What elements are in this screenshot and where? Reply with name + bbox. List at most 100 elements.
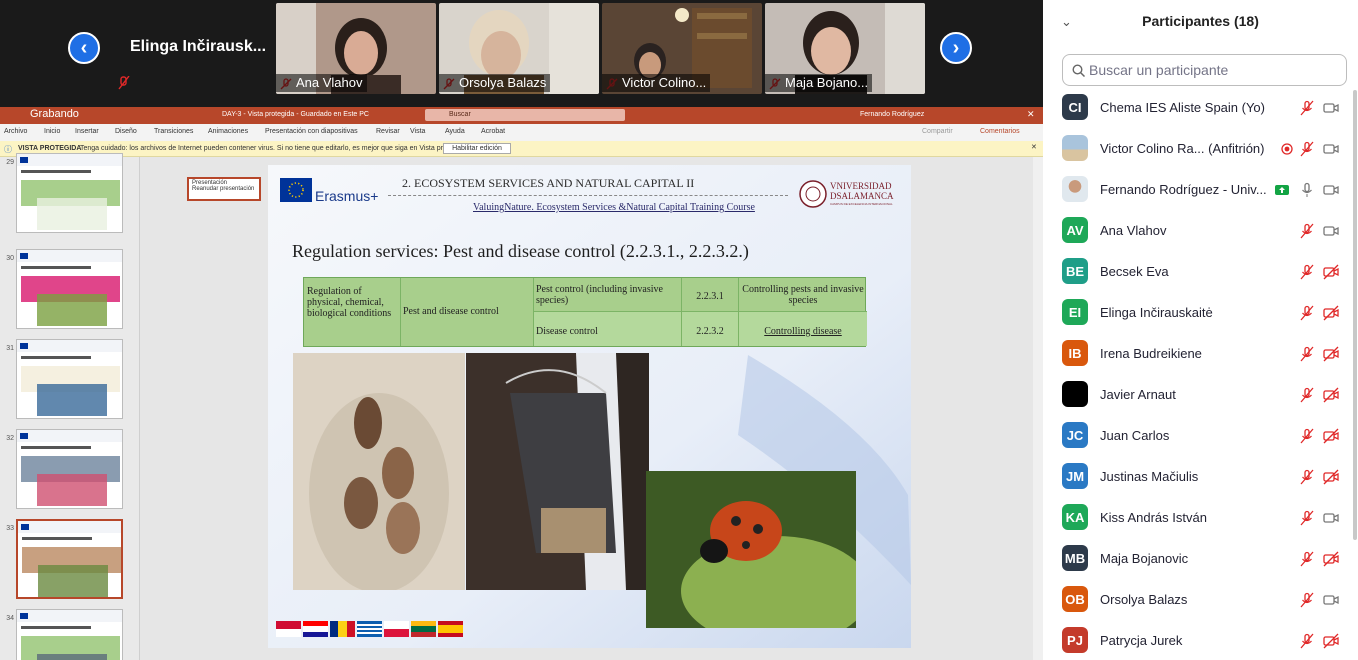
muted-mic-icon[interactable] <box>1299 264 1315 280</box>
muted-mic-icon[interactable] <box>1299 305 1315 321</box>
scrollbar[interactable] <box>1033 157 1043 660</box>
ribbon-tab[interactable]: Revisar <box>376 128 400 135</box>
participant-row[interactable]: PJ Patrycja Jurek <box>1043 621 1358 660</box>
protected-label: VISTA PROTEGIDA <box>18 145 82 152</box>
video-icon[interactable] <box>1323 223 1339 239</box>
participant-row[interactable]: OB Orsolya Balazs <box>1043 580 1358 621</box>
video-tile[interactable]: Maja Bojano... <box>765 3 925 94</box>
participant-row[interactable]: Javier Arnaut <box>1043 375 1358 416</box>
participant-name: Javier Arnaut <box>1100 387 1176 402</box>
ribbon-tab[interactable]: Insertar <box>75 128 99 135</box>
university-name-1: VNIVERSIDAD <box>830 181 892 191</box>
window-title: DAY-3 - Vista protegida - Guardado en Es… <box>222 111 369 118</box>
muted-mic-icon[interactable] <box>1299 223 1315 239</box>
video-icon[interactable] <box>1323 100 1339 116</box>
video-off-icon[interactable] <box>1323 305 1339 321</box>
video-tile[interactable]: Orsolya Balazs <box>439 3 599 94</box>
slide-thumbnail[interactable] <box>16 339 123 419</box>
university-seal-icon <box>799 180 827 208</box>
participant-row[interactable]: KA Kiss András István <box>1043 498 1358 539</box>
header-title: 2. ECOSYSTEM SERVICES AND NATURAL CAPITA… <box>402 176 695 190</box>
participant-row[interactable]: Fernando Rodríguez - Univ... <box>1043 170 1358 211</box>
video-icon[interactable] <box>1323 592 1339 608</box>
university-campus: CAMPUS DE EXCELENCIA INTERNACIONAL <box>830 202 893 206</box>
close-icon[interactable]: ✕ <box>1027 109 1035 120</box>
ribbon-tab[interactable]: Acrobat <box>481 128 505 135</box>
participant-search-input[interactable]: Buscar un participante <box>1062 54 1347 86</box>
participant-row[interactable]: JM Justinas Mačiulis <box>1043 457 1358 498</box>
muted-mic-icon[interactable] <box>1299 428 1315 444</box>
muted-mic-icon[interactable] <box>1299 346 1315 362</box>
slide-thumbnail[interactable] <box>16 249 123 329</box>
ribbon-tab[interactable]: Archivo <box>4 128 27 135</box>
chevron-left-icon[interactable]: ‹ <box>68 32 100 64</box>
video-icon[interactable] <box>1323 182 1339 198</box>
slide-thumbnail[interactable] <box>16 429 123 509</box>
close-icon[interactable]: ✕ <box>1031 143 1037 151</box>
ribbon-tab[interactable]: Diseño <box>115 128 137 135</box>
info-icon: ⓘ <box>4 145 12 154</box>
ppt-search[interactable]: Buscar <box>425 109 625 121</box>
video-tile[interactable]: Ana Vlahov <box>276 3 436 94</box>
enable-editing-button[interactable]: Habilitar edición <box>443 143 511 154</box>
video-icon[interactable] <box>1323 141 1339 157</box>
participant-row[interactable]: EI Elinga Inčirauskaitė <box>1043 293 1358 334</box>
video-off-icon[interactable] <box>1323 346 1339 362</box>
avatar: AV <box>1062 217 1088 243</box>
screen-share-icon <box>1274 182 1290 198</box>
slide-thumbnail[interactable] <box>16 519 123 599</box>
slide-title: Regulation services: Pest and disease co… <box>292 241 749 261</box>
resume-presentation-link[interactable]: Reanudar presentación <box>192 186 256 192</box>
participant-row[interactable]: JC Juan Carlos <box>1043 416 1358 457</box>
muted-mic-icon[interactable] <box>1299 141 1315 157</box>
university-name-2: DSALAMANCA <box>830 191 894 201</box>
muted-mic-icon[interactable] <box>1299 633 1315 649</box>
participant-row[interactable]: MB Maja Bojanovic <box>1043 539 1358 580</box>
share-button[interactable]: Compartir <box>922 128 953 135</box>
ribbon-tab[interactable]: Transiciones <box>154 128 193 135</box>
muted-mic-icon[interactable] <box>1299 551 1315 567</box>
thumbnail-number: 33 <box>6 525 14 532</box>
video-off-icon[interactable] <box>1323 387 1339 403</box>
thumbnail-number: 29 <box>6 159 14 166</box>
slide-thumbnail[interactable] <box>16 153 123 233</box>
video-icon[interactable] <box>1323 510 1339 526</box>
video-off-icon[interactable] <box>1323 428 1339 444</box>
ribbon-tab[interactable]: Inicio <box>44 128 60 135</box>
participant-row[interactable]: BE Becsek Eva <box>1043 252 1358 293</box>
slide: Erasmus+ 2. ECOSYSTEM SERVICES AND NATUR… <box>268 165 911 648</box>
presentation-popup[interactable]: Presentación Reanudar presentación <box>187 177 261 201</box>
comments-button[interactable]: Comentarios <box>980 128 1020 135</box>
participant-row[interactable]: Victor Colino Ra... (Anfitrión) <box>1043 129 1358 170</box>
chevron-right-icon[interactable]: › <box>940 32 972 64</box>
muted-mic-icon[interactable] <box>1299 510 1315 526</box>
recording-icon <box>1279 141 1295 157</box>
video-off-icon[interactable] <box>1323 633 1339 649</box>
ribbon-tab[interactable]: Vista <box>410 128 425 135</box>
participant-row[interactable]: CI Chema IES Aliste Spain (Yo) <box>1043 88 1358 129</box>
services-table: Regulation of physical, chemical, biolog… <box>303 277 867 347</box>
video-off-icon[interactable] <box>1323 551 1339 567</box>
slide-thumbnail[interactable] <box>16 609 123 660</box>
video-off-icon[interactable] <box>1323 469 1339 485</box>
tile-name: Maja Bojano... <box>765 74 873 92</box>
muted-mic-icon[interactable] <box>1299 469 1315 485</box>
table-cell: 2.2.3.2 <box>682 312 739 346</box>
muted-mic-icon[interactable] <box>1299 387 1315 403</box>
eu-flag-icon <box>280 178 312 202</box>
avatar: EI <box>1062 299 1088 325</box>
participant-row[interactable]: IB Irena Budreikiene <box>1043 334 1358 375</box>
video-tile[interactable]: Victor Colino... <box>602 3 762 94</box>
scrollbar[interactable] <box>1353 90 1357 540</box>
participant-row[interactable]: AV Ana Vlahov <box>1043 211 1358 252</box>
mic-icon[interactable] <box>1299 182 1315 198</box>
ribbon-tab[interactable]: Presentación con diapositivas <box>265 128 358 135</box>
muted-mic-icon[interactable] <box>1299 100 1315 116</box>
video-off-icon[interactable] <box>1323 264 1339 280</box>
muted-mic-icon[interactable] <box>1299 592 1315 608</box>
ribbon-tab[interactable]: Ayuda <box>445 128 465 135</box>
ppt-search-placeholder: Buscar <box>449 111 471 118</box>
participant-name: Fernando Rodríguez - Univ... <box>1100 182 1267 197</box>
participant-name: Victor Colino Ra... (Anfitrión) <box>1100 141 1265 156</box>
ribbon-tab[interactable]: Animaciones <box>208 128 248 135</box>
